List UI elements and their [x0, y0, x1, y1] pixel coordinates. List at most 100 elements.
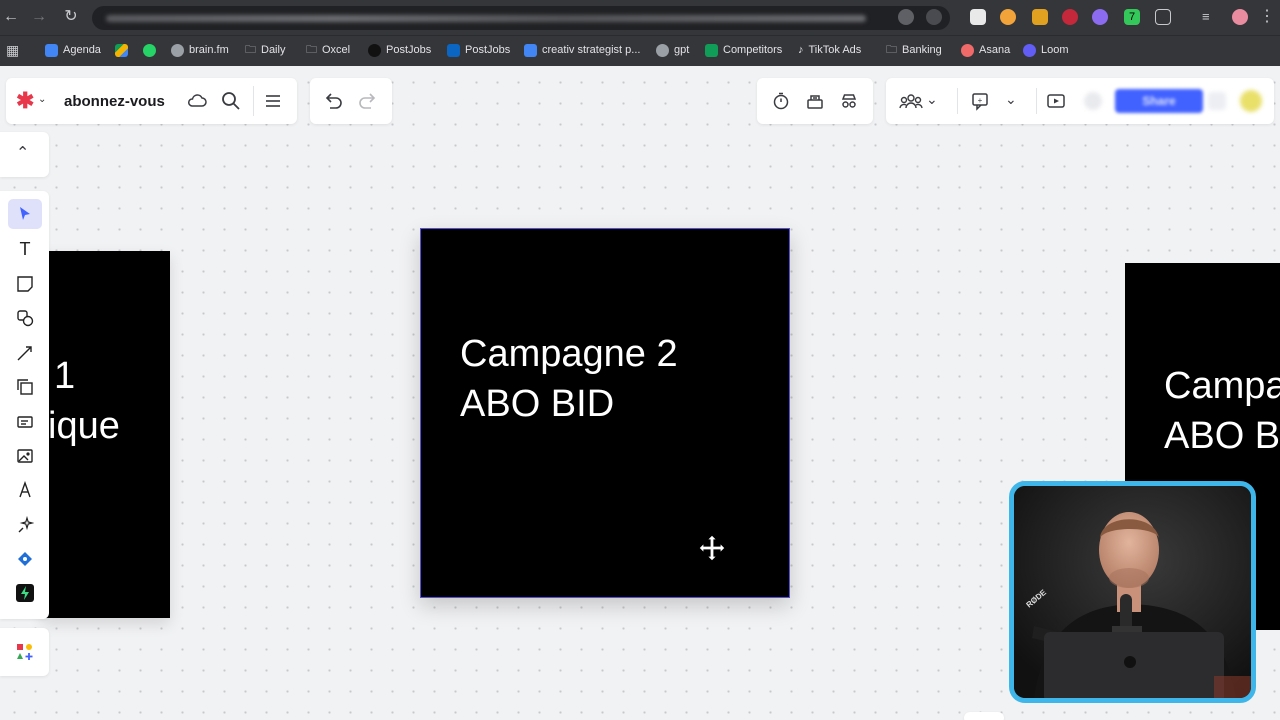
bookmark-folder[interactable]: 🗀 Oxcel	[306, 42, 350, 58]
collaboration-tools-panel	[757, 78, 873, 124]
bookmark-folder[interactable]: 🗀 Banking	[886, 42, 942, 58]
sparkle-icon	[18, 516, 34, 533]
bookmark-item[interactable]: creativ strategist p...	[524, 42, 640, 58]
reading-list-icon[interactable]: ≡	[1202, 9, 1218, 25]
bookmark-folder[interactable]: 🗀 Daily	[245, 42, 285, 58]
reload-icon[interactable]: ↻	[62, 8, 80, 26]
extension-icon[interactable]: 7	[1124, 9, 1140, 25]
board-title[interactable]: abonnez-vous	[64, 93, 165, 110]
apps-panel	[0, 628, 49, 676]
card-tool[interactable]	[8, 407, 42, 437]
puzzle-icon[interactable]	[1155, 9, 1171, 25]
asana-icon	[961, 43, 974, 57]
card-icon	[17, 416, 33, 428]
menu-icon[interactable]	[262, 90, 284, 112]
sticky-note-tool[interactable]	[8, 269, 42, 299]
whatsapp-icon	[143, 43, 156, 57]
share-button[interactable]: Share	[1115, 89, 1203, 113]
bookmark-item[interactable]	[143, 42, 156, 58]
folder-icon: 🗀	[306, 43, 317, 56]
extension-icon[interactable]	[970, 9, 986, 25]
bookmark-item[interactable]: PostJobs	[447, 42, 510, 58]
app-integration-tool[interactable]	[8, 578, 42, 608]
bookmark-item[interactable]: brain.fm	[171, 42, 229, 58]
pen-icon	[19, 481, 31, 498]
avatar[interactable]	[1240, 90, 1262, 112]
cursor-icon	[20, 207, 30, 220]
collaborators-icon[interactable]	[898, 90, 924, 112]
menu-dots-icon[interactable]: ⋮	[1258, 8, 1276, 26]
chevron-up-icon[interactable]: ⌄	[16, 141, 29, 161]
upload-image-tool[interactable]	[8, 441, 42, 471]
address-bar[interactable]	[92, 6, 950, 30]
bookmark-item[interactable]: Asana	[961, 42, 1010, 58]
back-arrow-icon[interactable]: ←	[2, 8, 20, 26]
frame-text-line2: ique	[48, 405, 120, 447]
pen-tool[interactable]	[8, 475, 42, 505]
bolt-app-icon	[16, 584, 34, 602]
reactions-icon[interactable]: +	[969, 90, 991, 112]
bookmark-item[interactable]: Competitors	[705, 42, 782, 58]
image-icon	[17, 449, 33, 463]
apps-grid-icon[interactable]: ▦	[6, 42, 19, 58]
linkedin-icon	[447, 43, 460, 57]
creation-toolbar: T	[0, 191, 49, 619]
tiktok-icon: ♪	[798, 44, 804, 56]
voting-icon[interactable]	[804, 90, 826, 112]
cloud-sync-icon[interactable]	[186, 90, 208, 112]
extension-icon[interactable]	[898, 9, 914, 25]
app-logo-icon[interactable]: ✱	[16, 90, 34, 112]
connection-line-tool[interactable]	[8, 338, 42, 368]
bookmark-item[interactable]: PostJobs	[368, 42, 431, 58]
openai-icon	[656, 43, 669, 57]
presenter-video: RØDE	[1014, 486, 1251, 698]
present-icon[interactable]	[1045, 90, 1067, 112]
shapes-tool[interactable]	[8, 303, 42, 333]
bookmark-item[interactable]	[115, 42, 128, 58]
frame-text-line1: Campa	[1164, 365, 1280, 407]
bookmark-item[interactable]: Loom	[1023, 42, 1069, 58]
docs-icon	[524, 43, 537, 57]
ai-tool[interactable]	[8, 510, 42, 540]
chevron-down-icon[interactable]: ⌄	[1005, 91, 1017, 108]
frame-card-selected[interactable]: Campagne 2 ABO BID	[420, 228, 790, 598]
private-mode-icon[interactable]	[838, 90, 860, 112]
text-tool[interactable]: T	[8, 234, 42, 264]
chevron-down-icon[interactable]: ⌄	[926, 91, 938, 108]
board-header-panel: ✱ ⌄ abonnez-vous	[6, 78, 297, 124]
extension-icon[interactable]	[1032, 9, 1048, 25]
folder-icon: 🗀	[245, 43, 256, 56]
select-tool[interactable]	[8, 199, 42, 229]
extension-icon[interactable]	[1000, 9, 1016, 25]
blurred-icon[interactable]	[1208, 92, 1226, 110]
app-integration-tool[interactable]	[8, 544, 42, 574]
undo-icon[interactable]	[322, 90, 344, 112]
blurred-icon[interactable]	[1084, 92, 1102, 110]
frame-card[interactable]: 1 ique	[42, 251, 170, 618]
avatar[interactable]	[1232, 9, 1248, 25]
timer-icon[interactable]	[770, 90, 792, 112]
toolbar-collapse-panel: ⌄	[0, 132, 49, 177]
forward-arrow-icon[interactable]: →	[30, 8, 48, 26]
extension-icon[interactable]	[1062, 9, 1078, 25]
search-icon[interactable]	[220, 90, 242, 112]
frame-text-line1: 1	[54, 355, 76, 397]
bookmark-item[interactable]: Agenda	[45, 42, 101, 58]
text-icon: T	[19, 238, 31, 259]
extension-icon[interactable]	[1092, 9, 1108, 25]
extension-icon[interactable]	[926, 9, 942, 25]
apps-add-icon[interactable]	[16, 643, 34, 661]
brainfm-icon	[171, 43, 184, 57]
move-cursor-icon	[698, 534, 726, 562]
share-panel: ⌄ + ⌄ Share	[886, 78, 1274, 124]
redo-icon[interactable]	[357, 90, 379, 112]
undo-redo-panel	[310, 78, 392, 124]
bookmark-item[interactable]: ♪ TikTok Ads	[798, 42, 861, 58]
frame-text-line2: ABO B	[1164, 415, 1280, 457]
bookmark-item[interactable]: gpt	[656, 42, 689, 58]
sticky-note-icon	[17, 276, 33, 292]
svg-text:+: +	[978, 96, 983, 105]
frame-tool[interactable]	[8, 372, 42, 402]
chevron-down-icon[interactable]: ⌄	[38, 94, 46, 105]
loom-icon	[1023, 43, 1036, 57]
